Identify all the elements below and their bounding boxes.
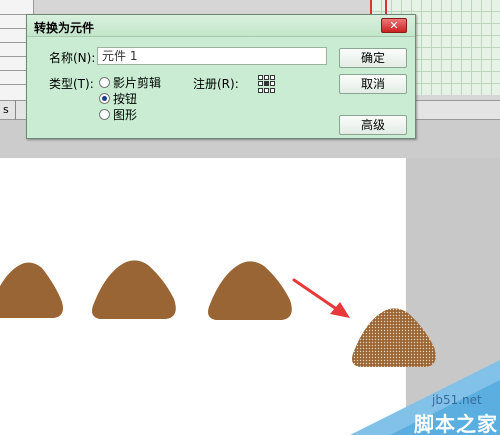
type-option-movie-clip[interactable]: 影片剪辑 bbox=[113, 74, 161, 91]
registration-label: 注册(R): bbox=[193, 77, 239, 91]
type-option-button[interactable]: 按钮 bbox=[113, 90, 137, 107]
symbol-name-input[interactable]: 元件 1 bbox=[97, 47, 327, 65]
radio-movie-clip[interactable] bbox=[99, 77, 110, 88]
radio-button[interactable] bbox=[99, 93, 110, 104]
watermark-domain: jb51.net bbox=[432, 393, 482, 407]
ok-button[interactable]: 确定 bbox=[339, 48, 407, 68]
close-button[interactable]: ✕ bbox=[381, 18, 407, 33]
type-option-graphic[interactable]: 图形 bbox=[113, 106, 137, 123]
watermark-site-name: 脚本之家 bbox=[414, 412, 498, 435]
shape-blob-1[interactable] bbox=[0, 258, 64, 322]
timeline-label: s bbox=[3, 103, 9, 116]
registration-grid-icon[interactable] bbox=[258, 75, 276, 93]
cancel-button[interactable]: 取消 bbox=[339, 74, 407, 94]
dialog-titlebar[interactable]: 转换为元件 ✕ bbox=[27, 15, 415, 37]
dialog-title: 转换为元件 bbox=[34, 21, 95, 35]
convert-to-symbol-dialog: 转换为元件 ✕ 名称(N): 元件 1 类型(T): 影片剪辑 按钮 图形 注册… bbox=[26, 14, 416, 139]
radio-graphic[interactable] bbox=[99, 109, 110, 120]
timeline-separator bbox=[15, 100, 16, 120]
advanced-button[interactable]: 高级 bbox=[339, 115, 407, 135]
close-icon: ✕ bbox=[389, 19, 399, 32]
type-label: 类型(T): bbox=[49, 77, 94, 91]
red-arrow-annotation bbox=[292, 278, 350, 318]
shape-blob-3[interactable] bbox=[206, 258, 296, 324]
shape-blob-2[interactable] bbox=[90, 257, 178, 323]
name-label: 名称(N): bbox=[49, 51, 96, 65]
